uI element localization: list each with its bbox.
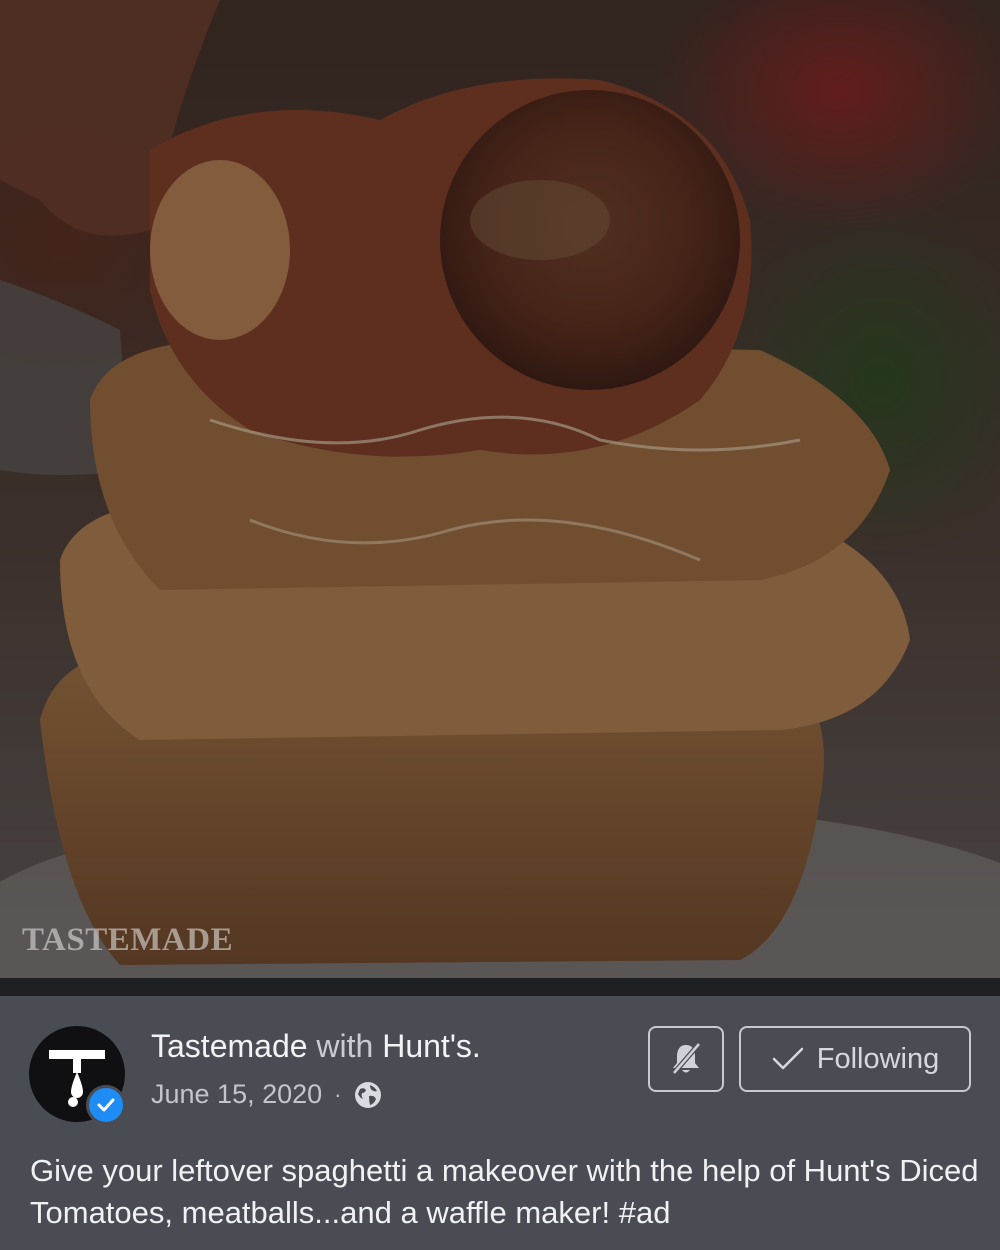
following-button[interactable]: Following bbox=[739, 1026, 971, 1092]
globe-icon bbox=[353, 1080, 383, 1110]
verified-badge-icon bbox=[86, 1085, 126, 1125]
post-meta: June 15, 2020 · bbox=[151, 1079, 383, 1110]
post-caption: Give your leftover spaghetti a makeover … bbox=[30, 1153, 979, 1230]
with-text: with bbox=[316, 1028, 374, 1064]
author-line: Tastemade with Hunt's. bbox=[151, 1028, 481, 1065]
video-player[interactable]: TASTEMADE bbox=[0, 0, 1000, 978]
partner-name-link[interactable]: Hunt's. bbox=[382, 1028, 481, 1064]
meta-separator: · bbox=[334, 1081, 342, 1107]
post-date[interactable]: June 15, 2020 bbox=[151, 1079, 322, 1110]
notifications-off-button[interactable] bbox=[648, 1026, 724, 1092]
author-name-link[interactable]: Tastemade bbox=[151, 1028, 308, 1064]
following-label: Following bbox=[816, 1042, 940, 1075]
bell-slash-icon bbox=[672, 1042, 701, 1075]
checkmark-icon bbox=[772, 1047, 803, 1070]
tastemade-watermark: TASTEMADE bbox=[22, 922, 234, 958]
video-dim-overlay bbox=[0, 0, 1000, 978]
video-progress-bar[interactable] bbox=[0, 978, 1000, 996]
